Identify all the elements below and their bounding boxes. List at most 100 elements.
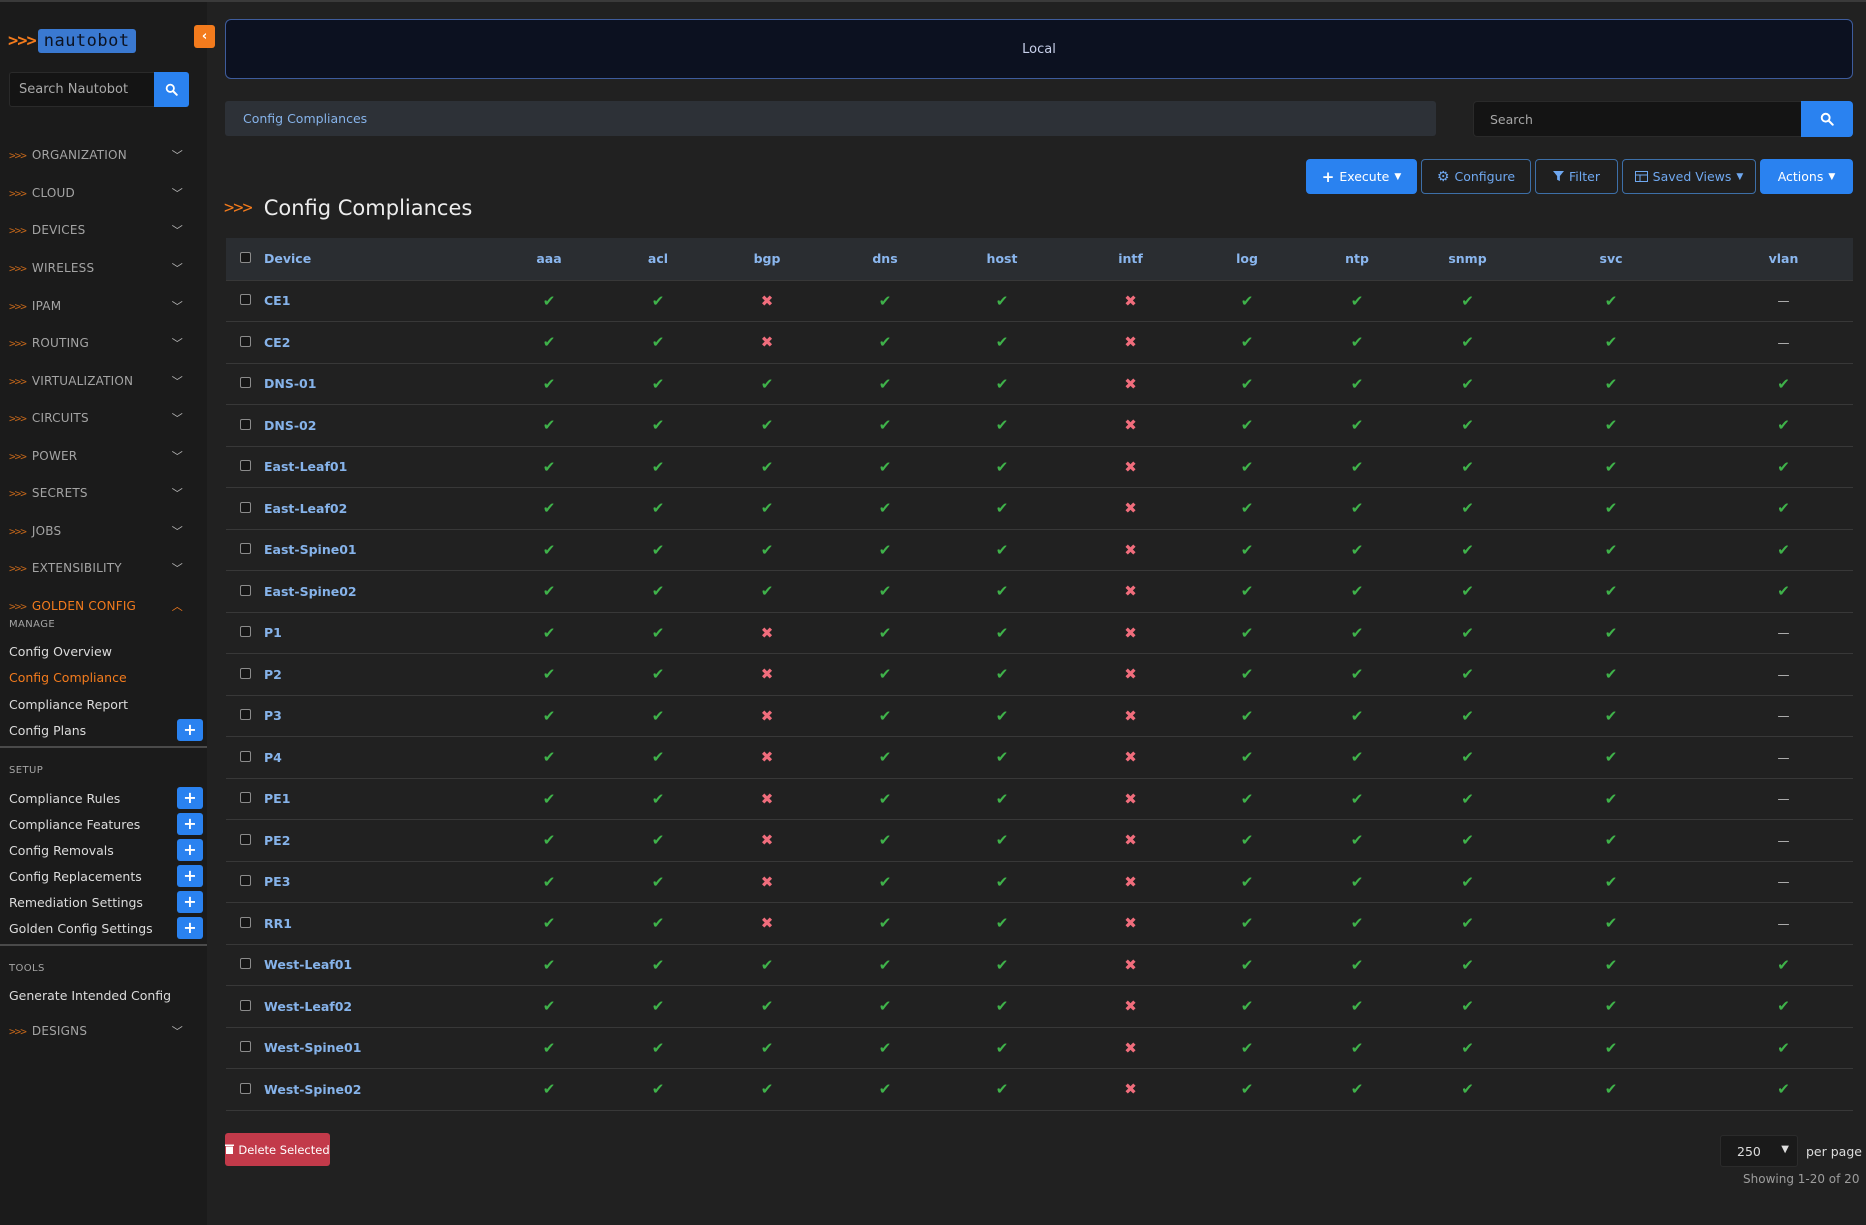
compliance-cell[interactable]: ✔ (950, 820, 1054, 862)
device-link[interactable]: West-Spine02 (264, 1069, 496, 1111)
column-header-vlan[interactable]: vlan (1714, 238, 1853, 280)
compliance-cell[interactable]: ✔ (1287, 612, 1427, 654)
row-checkbox[interactable] (239, 626, 251, 638)
compliance-cell[interactable]: ✔ (1207, 820, 1287, 862)
compliance-cell[interactable]: ✔ (1207, 488, 1287, 530)
per-page-select[interactable]: 250 ▼ (1720, 1135, 1798, 1167)
compliance-cell[interactable]: ✔ (950, 571, 1054, 613)
compliance-cell[interactable]: ✔ (602, 654, 714, 696)
compliance-cell[interactable]: ✔ (1714, 986, 1853, 1028)
device-link[interactable]: East-Leaf01 (264, 446, 496, 488)
compliance-cell[interactable]: ✔ (1287, 446, 1427, 488)
sidebar-group-designs[interactable]: >>> DESIGNS ﹀ (9, 1021, 189, 1041)
compliance-cell[interactable]: ✔ (1287, 903, 1427, 945)
compliance-cell[interactable]: ✖ (1054, 861, 1207, 903)
compliance-cell[interactable]: ✖ (714, 322, 820, 364)
column-header-bgp[interactable]: bgp (714, 238, 820, 280)
compliance-cell[interactable]: ✔ (496, 986, 602, 1028)
actions-button[interactable]: Actions ▼ (1760, 159, 1853, 194)
menu-config-overview[interactable]: Config Overview (9, 644, 112, 659)
row-checkbox[interactable] (239, 709, 251, 721)
compliance-cell[interactable]: ✖ (1054, 986, 1207, 1028)
compliance-cell[interactable]: ✔ (1427, 1027, 1508, 1069)
compliance-cell[interactable]: ✖ (714, 861, 820, 903)
device-link[interactable]: PE1 (264, 778, 496, 820)
compliance-cell[interactable]: ✔ (602, 488, 714, 530)
compliance-cell[interactable]: ✖ (714, 612, 820, 654)
menu-remediation-settings[interactable]: Remediation Settings (9, 895, 143, 910)
compliance-cell[interactable]: ✔ (496, 695, 602, 737)
compliance-cell[interactable]: ✔ (1508, 571, 1714, 613)
row-checkbox[interactable] (239, 667, 251, 679)
menu-config-removals[interactable]: Config Removals (9, 843, 114, 858)
row-checkbox[interactable] (239, 460, 251, 472)
compliance-cell[interactable]: ✖ (1054, 1027, 1207, 1069)
compliance-cell[interactable]: ✔ (602, 280, 714, 322)
compliance-cell[interactable]: — (1714, 280, 1853, 322)
compliance-cell[interactable]: ✔ (950, 778, 1054, 820)
compliance-cell[interactable]: ✔ (1714, 405, 1853, 447)
compliance-cell[interactable]: ✔ (1207, 280, 1287, 322)
menu-config-replacements-add-button[interactable]: + (177, 865, 203, 887)
compliance-cell[interactable]: ✔ (1427, 944, 1508, 986)
compliance-cell[interactable]: ✔ (950, 529, 1054, 571)
compliance-cell[interactable]: — (1714, 654, 1853, 696)
compliance-cell[interactable]: ✖ (1054, 529, 1207, 571)
compliance-cell[interactable]: ✔ (1508, 488, 1714, 530)
compliance-cell[interactable]: ✔ (1508, 446, 1714, 488)
compliance-cell[interactable]: ✖ (1054, 363, 1207, 405)
compliance-cell[interactable]: ✔ (1207, 778, 1287, 820)
compliance-cell[interactable]: ✔ (950, 280, 1054, 322)
compliance-cell[interactable]: ✔ (820, 405, 950, 447)
compliance-cell[interactable]: ✔ (1714, 1069, 1853, 1111)
compliance-cell[interactable]: ✔ (950, 1027, 1054, 1069)
compliance-cell[interactable]: ✔ (1207, 903, 1287, 945)
menu-config-removals-add-button[interactable]: + (177, 839, 203, 861)
device-link[interactable]: RR1 (264, 903, 496, 945)
row-checkbox[interactable] (239, 792, 251, 804)
compliance-cell[interactable]: ✔ (1287, 944, 1427, 986)
compliance-cell[interactable]: ✔ (950, 446, 1054, 488)
sidebar-group-power[interactable]: >>> POWER ﹀ (9, 446, 189, 466)
row-checkbox[interactable] (239, 377, 251, 389)
compliance-cell[interactable]: ✔ (1287, 405, 1427, 447)
compliance-cell[interactable]: ✔ (496, 405, 602, 447)
compliance-cell[interactable]: ✔ (950, 695, 1054, 737)
row-checkbox[interactable] (239, 958, 251, 970)
compliance-cell[interactable]: ✔ (496, 778, 602, 820)
compliance-cell[interactable]: ✔ (602, 363, 714, 405)
compliance-cell[interactable]: ✖ (1054, 612, 1207, 654)
row-checkbox[interactable] (239, 294, 251, 306)
configure-button[interactable]: ⚙ Configure (1421, 159, 1531, 194)
column-header-ntp[interactable]: ntp (1287, 238, 1427, 280)
column-header-snmp[interactable]: snmp (1427, 238, 1508, 280)
compliance-cell[interactable]: ✔ (1714, 529, 1853, 571)
compliance-cell[interactable]: ✔ (1287, 654, 1427, 696)
compliance-cell[interactable]: ✔ (1508, 529, 1714, 571)
compliance-cell[interactable]: — (1714, 861, 1853, 903)
saved-views-button[interactable]: Saved Views ▼ (1622, 159, 1756, 194)
device-link[interactable]: DNS-02 (264, 405, 496, 447)
compliance-cell[interactable]: — (1714, 737, 1853, 779)
compliance-cell[interactable]: ✔ (1427, 861, 1508, 903)
compliance-cell[interactable]: ✔ (1287, 695, 1427, 737)
compliance-cell[interactable]: ✔ (496, 529, 602, 571)
compliance-cell[interactable]: ✔ (1508, 322, 1714, 364)
row-checkbox[interactable] (239, 584, 251, 596)
compliance-cell[interactable]: ✔ (950, 612, 1054, 654)
device-link[interactable]: P3 (264, 695, 496, 737)
compliance-cell[interactable]: ✔ (1508, 944, 1714, 986)
compliance-cell[interactable]: ✔ (1427, 488, 1508, 530)
compliance-cell[interactable]: ✖ (1054, 446, 1207, 488)
compliance-cell[interactable]: ✖ (1054, 488, 1207, 530)
compliance-cell[interactable]: ✔ (496, 944, 602, 986)
compliance-cell[interactable]: ✖ (1054, 903, 1207, 945)
sidebar-group-cloud[interactable]: >>> CLOUD ﹀ (9, 183, 189, 203)
compliance-cell[interactable]: ✔ (950, 322, 1054, 364)
compliance-cell[interactable]: ✔ (1508, 986, 1714, 1028)
sidebar-group-organization[interactable]: >>> ORGANIZATION ﹀ (9, 145, 189, 165)
compliance-cell[interactable]: ✔ (820, 1027, 950, 1069)
compliance-cell[interactable]: ✔ (1508, 612, 1714, 654)
compliance-cell[interactable]: ✔ (1287, 322, 1427, 364)
compliance-cell[interactable]: ✔ (820, 654, 950, 696)
